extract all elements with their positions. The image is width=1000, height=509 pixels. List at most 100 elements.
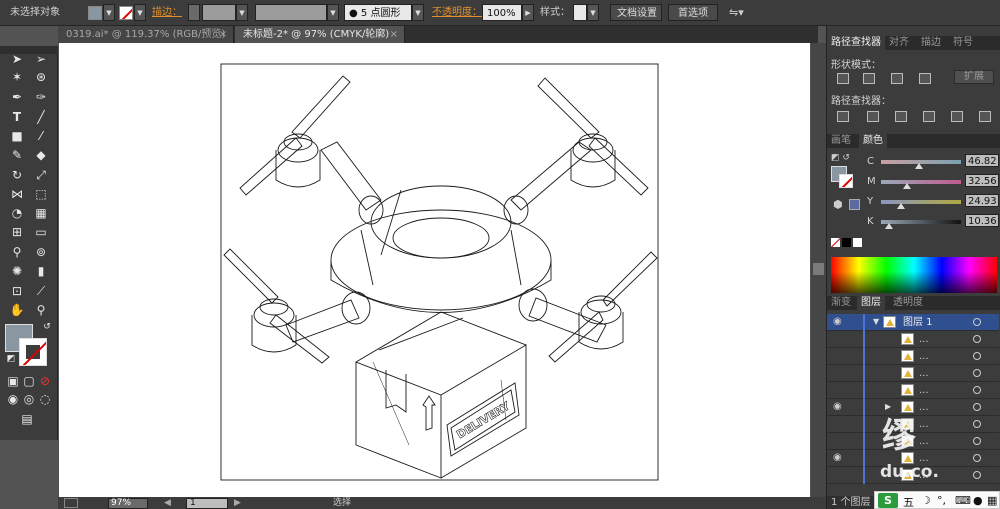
prev-artboard-icon[interactable]: ◀: [164, 497, 171, 509]
tab-brushes[interactable]: 画笔: [827, 134, 855, 148]
tab-untitled-2[interactable]: 未标题-2* @ 97% (CMYK/轮廓) ×: [235, 26, 405, 43]
visibility-eye-icon[interactable]: ◉: [833, 452, 842, 463]
fill-swatch[interactable]: [88, 6, 102, 20]
zoom-tool-icon[interactable]: ⚲: [32, 301, 50, 319]
fill-dropdown-arrow[interactable]: ▼: [103, 4, 115, 21]
scrollbar-thumb[interactable]: [813, 263, 824, 275]
intersect-icon[interactable]: [891, 73, 903, 84]
scale-tool-icon[interactable]: ⤢: [32, 166, 50, 184]
mesh-tool-icon[interactable]: ⊞: [8, 223, 26, 241]
stroke-weight-dropdown[interactable]: ▼: [236, 4, 248, 21]
artboard-nav-icon[interactable]: [64, 498, 78, 508]
free-transform-icon[interactable]: ⬚: [32, 185, 50, 203]
target-circle-icon[interactable]: [973, 386, 981, 394]
unite-icon[interactable]: [837, 73, 849, 84]
screen-mode-icon[interactable]: ▤: [18, 410, 36, 428]
target-circle-icon[interactable]: [973, 420, 981, 428]
close-icon[interactable]: ×: [219, 26, 227, 43]
brush-definition[interactable]: ● 5 点圆形: [344, 4, 412, 21]
perspective-grid-icon[interactable]: ▦: [32, 204, 50, 222]
moon-icon[interactable]: ☽: [921, 494, 931, 507]
keyboard-icon[interactable]: ⌨: [955, 494, 971, 507]
artboard[interactable]: DELIVERY: [59, 43, 810, 497]
sublayer-row[interactable]: ...: [827, 365, 999, 382]
style-swatch[interactable]: [573, 4, 587, 21]
target-circle-icon[interactable]: [973, 403, 981, 411]
tab-gradient[interactable]: 渐变: [827, 296, 855, 310]
k-value-field[interactable]: 10.36: [965, 214, 999, 227]
gamut-swatch[interactable]: [849, 199, 860, 210]
minus-back-icon[interactable]: [979, 111, 991, 122]
vertical-scrollbar[interactable]: [811, 43, 826, 497]
slice-tool-icon[interactable]: ⟋: [32, 282, 50, 300]
minus-front-icon[interactable]: [863, 73, 875, 84]
profile-dropdown[interactable]: ▼: [327, 4, 339, 21]
tab-align[interactable]: 对齐: [885, 36, 913, 50]
c-value-field[interactable]: 46.82: [965, 154, 999, 167]
none-mode-icon[interactable]: ⊘: [36, 372, 54, 390]
opacity-label[interactable]: 不透明度：: [432, 4, 482, 21]
settings-icon[interactable]: ▦: [987, 494, 997, 507]
stroke-label[interactable]: 描边：: [152, 4, 182, 21]
black-swatch[interactable]: [842, 238, 851, 247]
swap-colors-icon[interactable]: ◩ ↺: [831, 153, 850, 163]
sublayer-row[interactable]: ...: [827, 348, 999, 365]
stroke-weight-field[interactable]: [202, 4, 236, 21]
color-spectrum[interactable]: [831, 257, 997, 293]
preferences-button[interactable]: 首选项: [668, 4, 718, 21]
ime-mode[interactable]: 五: [903, 494, 914, 509]
y-slider[interactable]: [881, 200, 961, 204]
white-swatch[interactable]: [853, 238, 862, 247]
trim-icon[interactable]: [867, 111, 879, 122]
c-slider-knob[interactable]: [914, 163, 923, 169]
draw-inside-icon[interactable]: ◌: [36, 390, 54, 408]
k-slider[interactable]: [881, 220, 961, 224]
sublayer-row[interactable]: ...: [827, 331, 999, 348]
selection-tool-icon[interactable]: ➤: [8, 50, 26, 68]
stroke-color-box[interactable]: [19, 338, 47, 366]
canvas-area[interactable]: DELIVERY: [58, 43, 818, 497]
pen-tool-icon[interactable]: ✒: [8, 88, 26, 106]
sublayer-row[interactable]: ...: [827, 382, 999, 399]
symbol-sprayer-icon[interactable]: ✺: [8, 262, 26, 280]
visibility-eye-icon[interactable]: ◉: [833, 316, 842, 327]
expand-button[interactable]: 扩展: [954, 70, 994, 84]
layer-row-1[interactable]: ◉ ▼ 图层 1: [827, 314, 999, 331]
direct-selection-tool-icon[interactable]: ➢: [32, 50, 50, 68]
sogou-logo-icon[interactable]: S: [878, 493, 898, 508]
pencil-icon[interactable]: ✎: [8, 146, 26, 164]
target-circle-icon[interactable]: [973, 369, 981, 377]
column-graph-icon[interactable]: ▮: [32, 262, 50, 280]
target-circle-icon[interactable]: [973, 471, 981, 479]
magic-wand-icon[interactable]: ✶: [8, 68, 26, 86]
style-dropdown[interactable]: ▼: [587, 4, 599, 21]
document-setup-button[interactable]: 文档设置: [610, 4, 662, 21]
line-tool-icon[interactable]: ╱: [32, 108, 50, 126]
artboard-tool-icon[interactable]: ⊡: [8, 282, 26, 300]
visibility-eye-icon[interactable]: ◉: [833, 401, 842, 412]
blend-tool-icon[interactable]: ⊚: [32, 243, 50, 261]
brush-dropdown[interactable]: ▼: [412, 4, 424, 21]
outline-icon[interactable]: [951, 111, 963, 122]
zoom-field[interactable]: 97%: [108, 498, 148, 509]
tab-color[interactable]: 颜色: [859, 134, 887, 148]
m-value-field[interactable]: 32.56: [965, 174, 999, 187]
m-slider-knob[interactable]: [903, 183, 912, 189]
opacity-field[interactable]: 100%: [482, 4, 522, 21]
arrange-documents-icon[interactable]: ⇋▾: [729, 4, 744, 21]
curvature-tool-icon[interactable]: ✑: [32, 88, 50, 106]
none-swatch[interactable]: [831, 238, 840, 247]
rectangle-tool-icon[interactable]: ■: [8, 127, 26, 145]
type-tool-icon[interactable]: T: [8, 108, 26, 126]
out-of-gamut-icon[interactable]: ⬢: [833, 198, 843, 211]
exclude-icon[interactable]: [919, 73, 931, 84]
target-circle-icon[interactable]: [973, 318, 981, 326]
k-slider-knob[interactable]: [885, 223, 893, 229]
layer-name[interactable]: 图层 1: [903, 314, 933, 331]
shape-builder-icon[interactable]: ◔: [8, 204, 26, 222]
tab-stroke[interactable]: 描边: [917, 36, 945, 50]
punctuation-icon[interactable]: °,: [937, 494, 946, 507]
next-artboard-icon[interactable]: ▶: [234, 497, 241, 509]
tab-layers[interactable]: 图层: [857, 296, 885, 310]
lasso-icon[interactable]: ⊛: [32, 68, 50, 86]
